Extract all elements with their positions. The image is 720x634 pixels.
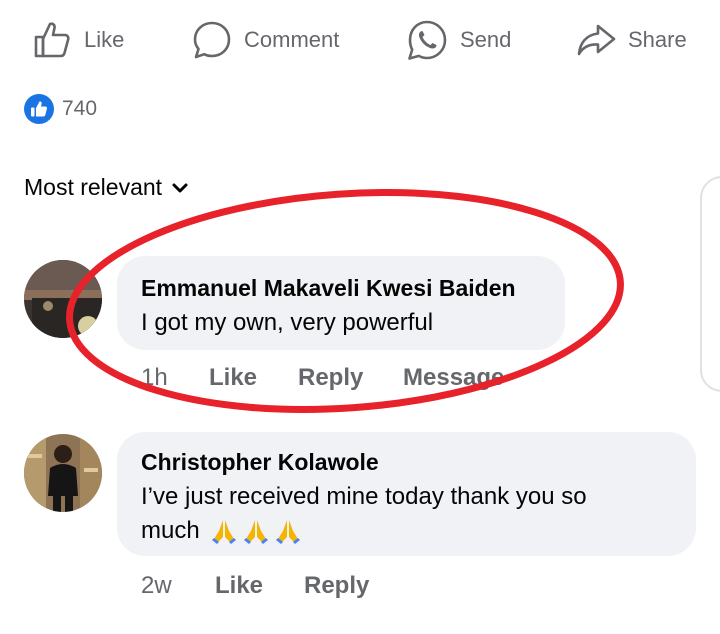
- comment-button[interactable]: Comment: [192, 20, 339, 60]
- comment-text-line-1: I’ve just received mine today thank you …: [141, 483, 587, 510]
- comment-text: I got my own, very powerful: [141, 309, 434, 336]
- like-reaction-icon: [24, 94, 54, 124]
- chevron-down-icon: [172, 183, 188, 192]
- share-label: Share: [628, 27, 687, 52]
- side-panel-edge: [700, 176, 720, 392]
- comment-label: Comment: [244, 27, 340, 52]
- sort-label: Most relevant: [24, 174, 163, 200]
- praying-hands-emoji-icon: [243, 520, 268, 544]
- share-arrow-icon: [577, 24, 616, 56]
- avatar[interactable]: [24, 434, 102, 512]
- praying-hands-emoji-icon: [211, 520, 236, 544]
- comment-author[interactable]: Emmanuel Makaveli Kwesi Baiden: [141, 275, 516, 302]
- avatar[interactable]: [24, 260, 102, 338]
- reaction-count: 740: [62, 97, 98, 120]
- comment-sort-dropdown[interactable]: Most relevant: [24, 174, 188, 201]
- comment-timestamp[interactable]: 1h: [141, 364, 168, 392]
- reactions-summary[interactable]: 740: [24, 94, 97, 124]
- post-action-bar: Like Comment Send Share: [0, 0, 720, 78]
- praying-hands-emoji-icon: [275, 520, 300, 544]
- send-button[interactable]: Send: [406, 20, 511, 60]
- comment-author[interactable]: Christopher Kolawole: [141, 449, 379, 476]
- comment-timestamp[interactable]: 2w: [141, 572, 172, 600]
- thumbs-up-icon: [34, 22, 70, 58]
- like-label: Like: [84, 27, 125, 52]
- comment-message-button[interactable]: Message: [403, 364, 504, 392]
- whatsapp-icon: [408, 20, 447, 60]
- comment-text-line-2: much: [141, 514, 302, 548]
- comment-text-end: much: [141, 517, 200, 544]
- comment-like-button[interactable]: Like: [209, 364, 257, 392]
- like-button[interactable]: Like: [32, 20, 124, 60]
- emoji-group: [208, 517, 302, 545]
- share-button[interactable]: Share: [576, 20, 687, 60]
- comment-like-button[interactable]: Like: [215, 572, 263, 600]
- comment-bubble-icon: [193, 21, 231, 59]
- comment-reply-button[interactable]: Reply: [298, 364, 363, 392]
- comment-reply-button[interactable]: Reply: [304, 572, 369, 600]
- send-label: Send: [460, 27, 512, 52]
